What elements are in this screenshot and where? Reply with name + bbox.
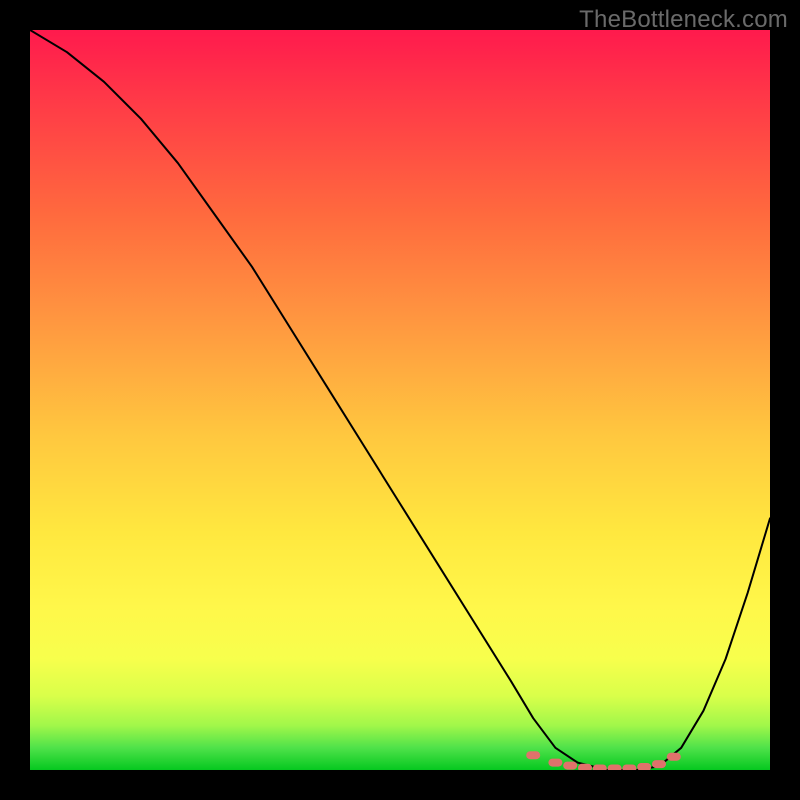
marker-dot xyxy=(563,762,577,770)
marker-dot xyxy=(548,759,562,767)
plot-area xyxy=(30,30,770,770)
optimal-range-markers xyxy=(526,751,681,770)
chart-frame: TheBottleneck.com xyxy=(0,0,800,800)
marker-dot xyxy=(526,751,540,759)
marker-dot xyxy=(608,765,622,771)
bottleneck-curve xyxy=(30,30,770,770)
curve-svg xyxy=(30,30,770,770)
marker-dot xyxy=(667,753,681,761)
marker-dot xyxy=(652,760,666,768)
marker-dot xyxy=(593,765,607,771)
marker-dot xyxy=(637,763,651,770)
marker-dot xyxy=(622,765,636,771)
marker-dot xyxy=(578,764,592,770)
